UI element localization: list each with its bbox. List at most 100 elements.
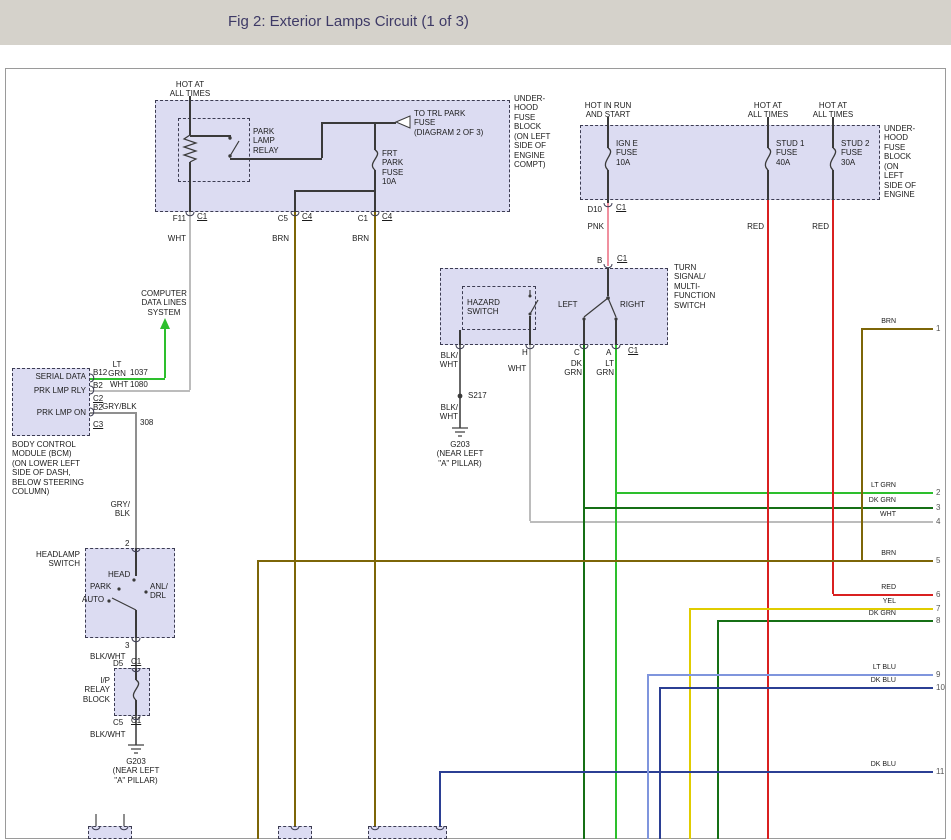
wire-pnk-d10 <box>607 203 609 266</box>
headlamp-switch-label: HEADLAMP SWITCH <box>22 550 80 569</box>
terminal-c1b: C1 <box>352 214 368 223</box>
bcm-row-prk-lmp-on: PRK LMP ON <box>14 408 86 417</box>
wire-label-ltgrn: LT GRN <box>596 359 614 378</box>
position-anl-drl: ANL/ DRL <box>150 582 168 601</box>
wire-label-wht-bcm: WHT <box>110 380 128 389</box>
edge-num-1: 1 <box>936 324 940 333</box>
wire-dkblu-stub10 <box>660 687 933 689</box>
edge-label-6: RED <box>836 584 896 592</box>
wire-label-blkwht-gnd: BLK/WHT <box>90 730 126 739</box>
terminal-h: H <box>522 348 528 357</box>
wire-wht-bcm <box>90 390 190 392</box>
wire-label-blkwht-b: BLK/ WHT <box>436 403 458 422</box>
frt-park-fuse-label: FRT PARK FUSE 10A <box>382 149 403 187</box>
edge-label-8: DK GRN <box>836 610 896 618</box>
title-bar: Fig 2: Exterior Lamps Circuit (1 of 3) <box>0 0 951 45</box>
igne-fuse-label: IGN E FUSE 10A <box>616 139 638 167</box>
circuit-1080: 1080 <box>130 380 148 389</box>
bottom-component-box-c <box>368 826 447 839</box>
wire-dkgrn-8-drop <box>717 620 719 839</box>
edge-label-3: DK GRN <box>836 497 896 505</box>
wire-yel-drop <box>689 608 691 839</box>
bottom-component-box-b <box>278 826 312 839</box>
right-position-label: RIGHT <box>620 300 645 309</box>
wire-red-stub6 <box>833 594 933 596</box>
connector-c3: C3 <box>93 420 103 429</box>
edge-num-11: 11 <box>936 767 944 776</box>
edge-num-5: 5 <box>936 556 940 565</box>
wire-gryblk-drop <box>135 412 137 548</box>
wire-label-red-b: RED <box>801 222 829 231</box>
edge-label-2: LT GRN <box>836 482 896 490</box>
wire-dkblu-10-drop <box>659 687 661 839</box>
wire-stud1-feed <box>767 117 769 148</box>
wire-blkwht-hazard-gnd <box>459 345 461 428</box>
wire-dkgrn-stub3 <box>584 507 933 509</box>
wire-yel-stub7 <box>690 608 933 610</box>
wire-hot-feed <box>189 96 191 135</box>
circuit-1037: 1037 <box>130 368 148 377</box>
wire-label-brn-a: BRN <box>259 234 289 243</box>
bcm-row-prk-lmp-rly: PRK LMP RLY <box>14 386 86 395</box>
wire-relay-out <box>230 158 322 160</box>
wire-fuse-branch <box>295 190 375 192</box>
wire-stud2-feed <box>832 117 834 148</box>
edge-label-10: DK BLU <box>836 677 896 685</box>
connector-c1-d10: C1 <box>616 203 626 212</box>
turn-signal-switch-label: TURN SIGNAL/ MULTI- FUNCTION SWITCH <box>674 263 715 310</box>
wire-label-dkgrn: DK GRN <box>564 359 582 378</box>
wire-label-wht: WHT <box>156 234 186 243</box>
wire-red-stud1 <box>767 200 769 839</box>
circuit-308: 308 <box>140 418 153 427</box>
wire-c5-drop <box>294 190 296 212</box>
wire-b-internal <box>607 268 609 296</box>
wire-label-ltgrn-serial: LT GRN <box>108 360 126 379</box>
edge-label-5: BRN <box>836 550 896 558</box>
ground-g203-a-label: G203 (NEAR LEFT "A" PILLAR) <box>430 440 490 468</box>
wire-dkblu-stub11 <box>440 771 933 773</box>
wire-wht-stub4 <box>530 521 933 523</box>
hot-in-run-label: HOT IN RUN AND START <box>576 101 640 120</box>
stud1-fuse-label: STUD 1 FUSE 40A <box>776 139 804 167</box>
wire-a-internal <box>615 320 617 345</box>
terminal-c5: C5 <box>272 214 288 223</box>
wire-coil-to-f11 <box>189 162 191 212</box>
wire-iprelay-out <box>135 700 137 716</box>
bottom-component-box-a <box>88 826 132 839</box>
edge-num-8: 8 <box>936 616 940 625</box>
edge-num-6: 6 <box>936 590 940 599</box>
terminal-b12: B12 <box>93 368 107 377</box>
bcm-row-serial-data: SERIAL DATA <box>14 372 86 381</box>
terminal-b: B <box>597 256 602 265</box>
stud2-fuse-label: STUD 2 FUSE 30A <box>841 139 869 167</box>
connector-c1: C1 <box>197 212 207 221</box>
wire-brn-c5 <box>294 212 296 826</box>
edge-label-4: WHT <box>836 511 896 519</box>
wire-label-brn-b: BRN <box>339 234 369 243</box>
edge-label-11: DK BLU <box>836 761 896 769</box>
hot-at-all-times-left: HOT AT ALL TIMES <box>163 80 217 99</box>
bcm-name-label: BODY CONTROL MODULE (BCM) (ON LOWER LEFT… <box>12 440 84 497</box>
wire-brn-5-drop <box>257 560 259 839</box>
wire-stud2-out <box>832 170 834 200</box>
wire-ltblu-stub9 <box>648 674 933 676</box>
terminal-d10: D10 <box>578 205 602 214</box>
wire-headlamp-out <box>135 610 137 638</box>
wire-red-stud2 <box>832 200 834 594</box>
position-head: HEAD <box>108 570 130 579</box>
wire-hazard-gnd-internal <box>459 330 461 345</box>
terminal-2: 2 <box>125 539 129 548</box>
wire-boxa-stub1 <box>95 814 97 826</box>
wire-brn-stub5 <box>258 560 933 562</box>
computer-data-lines-label: COMPUTER DATA LINES SYSTEM <box>138 289 190 317</box>
connector-c1-b: C1 <box>617 254 627 263</box>
terminal-c: C <box>574 348 580 357</box>
connector-c4-b: C4 <box>382 212 392 221</box>
position-auto: AUTO <box>82 595 104 604</box>
terminal-c5-ip: C5 <box>113 718 123 727</box>
wire-ltgrn-serial-riser <box>164 329 166 378</box>
edge-label-7: YEL <box>836 598 896 606</box>
edge-num-4: 4 <box>936 517 940 526</box>
wire-label-red-a: RED <box>736 222 764 231</box>
terminal-b2-a: B2 <box>93 381 103 390</box>
